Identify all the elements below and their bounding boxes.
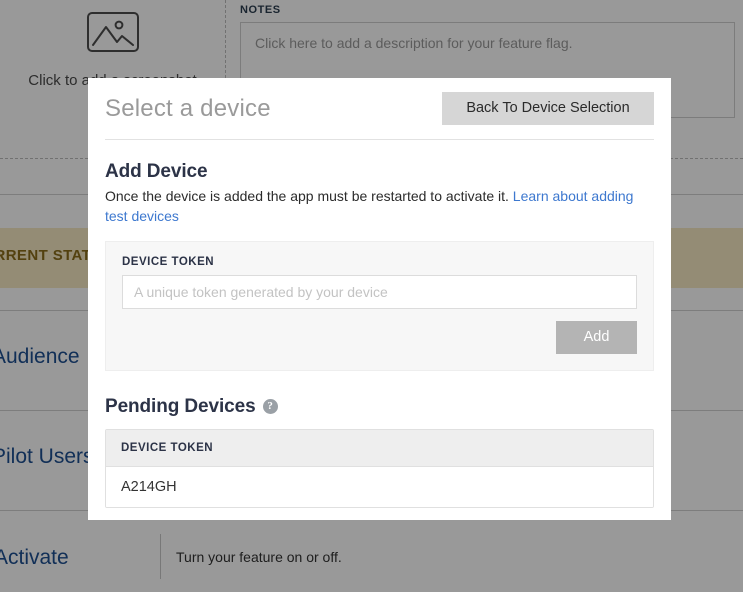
table-row[interactable]: A214GH xyxy=(106,466,653,507)
modal-header-divider xyxy=(105,139,654,140)
activate-vertical-divider xyxy=(160,534,161,579)
screen-root: Click to add a screenshot NOTES Click he… xyxy=(0,0,743,592)
pilot-users-title[interactable]: Pilot Users xyxy=(0,445,94,469)
pending-devices-column-header: DEVICE TOKEN xyxy=(106,429,653,467)
add-device-form: DEVICE TOKEN Add xyxy=(105,240,654,371)
modal-header: Select a device Back To Device Selection xyxy=(105,78,654,135)
add-device-heading: Add Device xyxy=(105,161,208,182)
pending-devices-header: Pending Devices ? xyxy=(105,396,654,418)
pending-devices-heading: Pending Devices xyxy=(105,395,256,417)
activate-title[interactable]: Activate xyxy=(0,546,69,570)
audience-title[interactable]: Audience xyxy=(0,345,80,369)
activate-description: Turn your feature on or off. xyxy=(176,549,342,565)
image-placeholder-icon xyxy=(86,12,139,52)
question-mark-icon[interactable]: ? xyxy=(262,399,278,415)
activate-row[interactable]: Activate xyxy=(0,528,743,592)
back-to-device-selection-button[interactable]: Back To Device Selection xyxy=(442,92,654,125)
device-token-input[interactable] xyxy=(122,274,637,309)
add-device-button[interactable]: Add xyxy=(556,320,637,354)
pending-devices-table: DEVICE TOKEN A214GH xyxy=(105,428,654,508)
notes-label: NOTES xyxy=(240,4,281,16)
add-device-form-actions: Add xyxy=(122,320,637,354)
device-token-label: DEVICE TOKEN xyxy=(122,255,215,268)
add-device-description: Once the device is added the app must be… xyxy=(105,187,654,227)
modal-title: Select a device xyxy=(105,94,271,122)
add-device-description-text: Once the device is added the app must be… xyxy=(105,188,513,204)
select-device-modal: Select a device Back To Device Selection… xyxy=(88,78,671,520)
